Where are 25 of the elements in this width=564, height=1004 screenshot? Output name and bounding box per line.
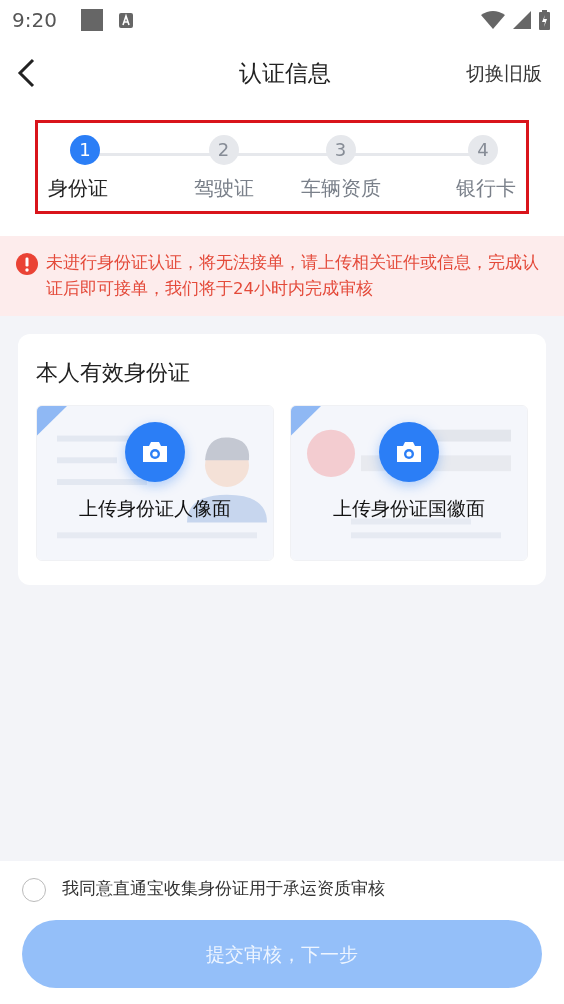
- notification-icon: [80, 9, 103, 31]
- battery-icon: [539, 10, 550, 30]
- warning-icon: [16, 253, 38, 275]
- step-number: 4: [468, 135, 498, 165]
- step-label[interactable]: 银行卡: [456, 173, 516, 203]
- section-title: 本人有效身份证: [36, 359, 191, 387]
- step-number: 1: [70, 135, 100, 165]
- keyboard-icon: [118, 12, 133, 28]
- camera-icon: [141, 441, 169, 463]
- step-label[interactable]: 身份证: [48, 173, 108, 203]
- step-number: 3: [325, 135, 356, 165]
- step-number: 2: [208, 135, 239, 165]
- page-title: 认证信息: [238, 58, 332, 88]
- notice-text: 未进行身份证认证，将无法接单，请上传相关证件或信息，完成认证后即可接单，我们将于24小时内完成审核: [46, 252, 540, 300]
- agreement-text: 我同意直通宝收集身份证用于承运资质审核: [62, 878, 385, 901]
- status-time: 9:20: [12, 7, 57, 34]
- switch-version-link[interactable]: 切换旧版: [466, 58, 542, 88]
- upload-label: 上传身份证国徽面: [332, 496, 486, 521]
- wifi-icon: [481, 11, 505, 29]
- back-icon[interactable]: [16, 58, 36, 88]
- step-label[interactable]: 车辆资质: [300, 173, 381, 203]
- signal-icon: [513, 11, 531, 29]
- camera-icon: [395, 441, 423, 463]
- upload-label: 上传身份证人像面: [78, 496, 232, 521]
- step-label[interactable]: 驾驶证: [193, 173, 254, 203]
